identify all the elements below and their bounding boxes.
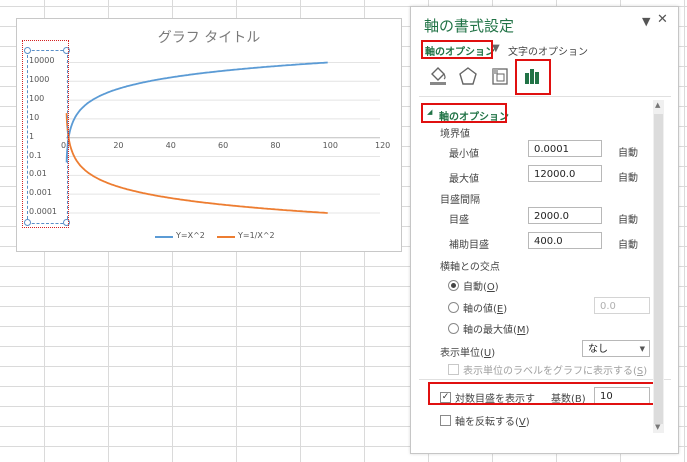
axis-value-input[interactable]: 0.0 — [594, 297, 650, 314]
x-tick-label: 40 — [165, 140, 176, 150]
radio-crosses-max-label[interactable]: 軸の最大値(M) — [463, 321, 529, 336]
legend-label-series2: Y=1/X^2 — [238, 231, 275, 240]
legend-line-series1 — [155, 236, 173, 238]
reverse-axis-label[interactable]: 軸を反転する(V) — [455, 413, 530, 428]
crosses-label: 横軸との交点 — [440, 262, 500, 273]
chevron-down-icon: ▼ — [639, 345, 645, 353]
plot-area[interactable] — [17, 19, 401, 251]
chart-area[interactable]: グラフ タイトル 10000 1000 100 10 1 0.1 0.01 0.001 0.00… — [16, 18, 402, 252]
min-bound-input[interactable]: 0.0001 — [528, 140, 602, 157]
axis-highlight-frame — [22, 40, 69, 228]
display-units-select[interactable]: なし ▼ — [582, 340, 650, 357]
display-units-label: 表示単位(U) — [440, 348, 496, 359]
pane-options-dropdown-icon[interactable]: ▼ — [642, 15, 650, 28]
x-tick-label: 80 — [270, 140, 281, 150]
x-tick-label: 100 — [322, 140, 338, 150]
close-icon[interactable]: ✕ — [657, 12, 668, 27]
x-tick-label: 120 — [375, 140, 391, 150]
fill-line-icon[interactable] — [427, 65, 449, 87]
pane-title: 軸の書式設定 — [424, 17, 515, 35]
legend-label-series1: Y=X^2 — [176, 231, 205, 240]
format-axis-pane[interactable]: 軸の書式設定 ▼ ✕ 軸のオプション ▼ 文字のオプション ◢ 軸のオプション … — [410, 6, 679, 454]
divider — [419, 96, 671, 97]
radio-crosses-auto[interactable] — [448, 280, 459, 291]
legend-line-series2 — [217, 236, 235, 238]
legend[interactable]: Y=X^2 Y=1/X^2 — [155, 231, 295, 243]
pane-scrollbar[interactable]: ▲ ▼ — [653, 100, 664, 433]
major-auto-button[interactable]: 自動 — [618, 211, 638, 226]
series-line-1[interactable] — [65, 61, 328, 163]
scroll-up-icon[interactable]: ▲ — [655, 101, 660, 109]
tab-highlight-frame — [421, 40, 493, 59]
tab-axis-options-dropdown-icon[interactable]: ▼ — [492, 43, 500, 54]
max-label: 最大値 — [449, 174, 479, 185]
reverse-axis-checkbox[interactable] — [440, 415, 451, 426]
minor-auto-button[interactable]: 自動 — [618, 236, 638, 251]
major-unit-label: 目盛 — [449, 215, 469, 226]
tab-text-options[interactable]: 文字のオプション — [508, 43, 588, 58]
x-tick-label: 60 — [218, 140, 229, 150]
x-tick-label: 20 — [113, 140, 124, 150]
radio-crosses-auto-label[interactable]: 自動(O) — [463, 278, 499, 293]
section-highlight-frame — [421, 103, 507, 123]
bounds-label: 境界値 — [440, 129, 470, 140]
axis-options-icon-highlight — [515, 59, 551, 95]
radio-crosses-max[interactable] — [448, 323, 459, 334]
major-unit-input[interactable]: 2000.0 — [528, 207, 602, 224]
scrollbar-thumb[interactable] — [654, 114, 663, 424]
minor-unit-label: 補助目盛 — [449, 240, 489, 251]
minor-unit-input[interactable]: 400.0 — [528, 232, 602, 249]
radio-crosses-value-label[interactable]: 軸の値(E) — [463, 300, 507, 315]
max-bound-input[interactable]: 12000.0 — [528, 165, 602, 182]
log-scale-highlight-frame — [428, 382, 656, 405]
units-label: 目盛間隔 — [440, 195, 480, 206]
min-label: 最小値 — [449, 149, 479, 160]
divider — [419, 379, 671, 380]
display-units-value: なし — [588, 344, 608, 355]
show-units-label-text[interactable]: 表示単位のラベルをグラフに表示する(S) — [463, 362, 647, 377]
radio-crosses-value[interactable] — [448, 302, 459, 313]
min-auto-button[interactable]: 自動 — [618, 144, 638, 159]
series-line-2[interactable] — [65, 113, 328, 214]
scroll-down-icon[interactable]: ▼ — [655, 423, 660, 431]
effects-icon[interactable] — [457, 65, 479, 87]
size-properties-icon[interactable] — [489, 65, 511, 87]
show-units-label-checkbox[interactable] — [448, 364, 459, 375]
max-auto-button[interactable]: 自動 — [618, 169, 638, 184]
